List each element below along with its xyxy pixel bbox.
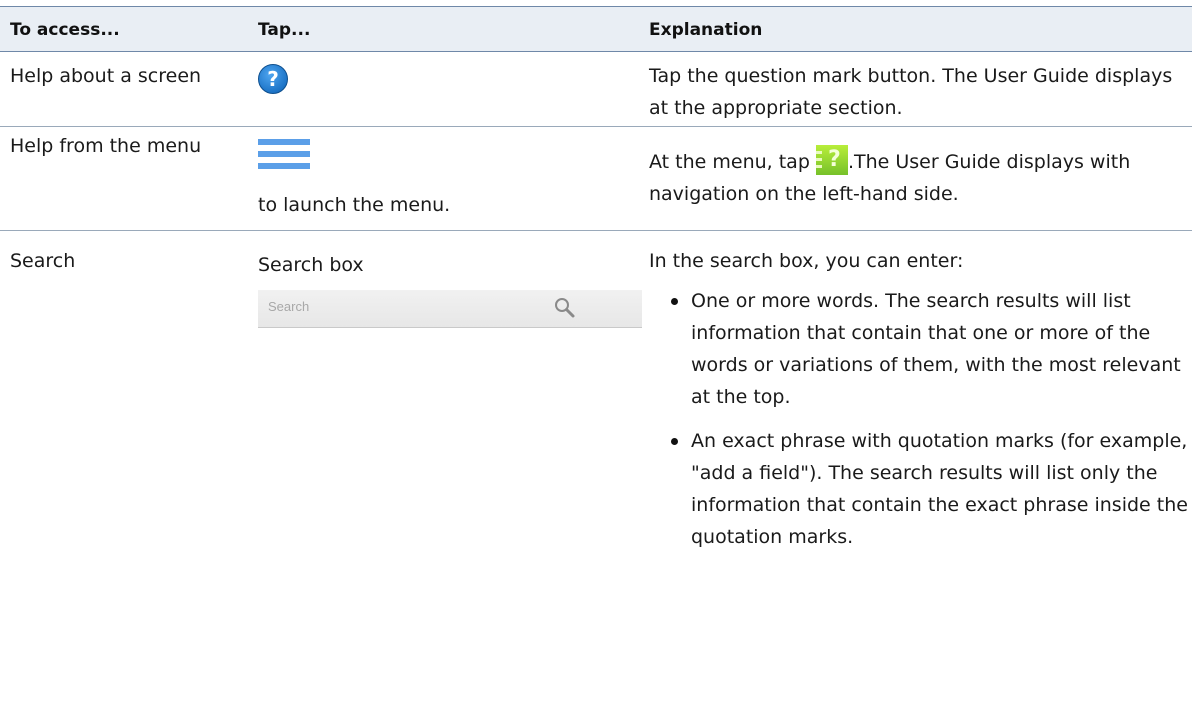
search-options-list: One or more words. The search results wi… — [669, 285, 1189, 565]
bullet-icon — [671, 298, 678, 305]
search-placeholder: Search — [268, 299, 310, 314]
table-header: To access... Tap... Explanation — [0, 6, 1192, 52]
explanation-cell: Tap the question mark button. The User G… — [649, 65, 1173, 119]
menu-icon[interactable] — [258, 139, 310, 169]
explanation-intro: In the search box, you can enter: — [649, 250, 964, 272]
header-explanation: Explanation — [649, 20, 763, 40]
table-row: Search Search box Search In the search b… — [0, 231, 1192, 713]
bullet-icon — [671, 438, 678, 445]
access-cell: Help about a screen — [10, 65, 202, 87]
list-item: One or more words. The search results wi… — [669, 285, 1189, 413]
bullet-text: One or more words. The search results wi… — [691, 290, 1181, 408]
question-mark-icon[interactable]: ? — [258, 64, 288, 94]
header-tap: Tap... — [258, 20, 311, 40]
header-to-access: To access... — [10, 20, 120, 40]
access-cell: Help from the menu — [10, 135, 202, 157]
search-icon — [555, 298, 575, 318]
access-cell: Search — [10, 250, 76, 272]
tap-note: Search box — [258, 254, 364, 276]
help-book-icon[interactable]: ? — [815, 144, 848, 175]
search-box-image: Search — [258, 290, 642, 328]
list-item: An exact phrase with quotation marks (fo… — [669, 425, 1189, 553]
table-row: Help from the menu to launch the menu. A… — [0, 127, 1192, 231]
bullet-text: An exact phrase with quotation marks (fo… — [691, 430, 1188, 548]
explanation-cell: At the menu, tap ? .The User Guide displ… — [649, 144, 1192, 210]
explanation-before: At the menu, tap — [649, 151, 810, 173]
tap-note: to launch the menu. — [258, 194, 451, 216]
table-row: Help about a screen ? Tap the question m… — [0, 52, 1192, 127]
